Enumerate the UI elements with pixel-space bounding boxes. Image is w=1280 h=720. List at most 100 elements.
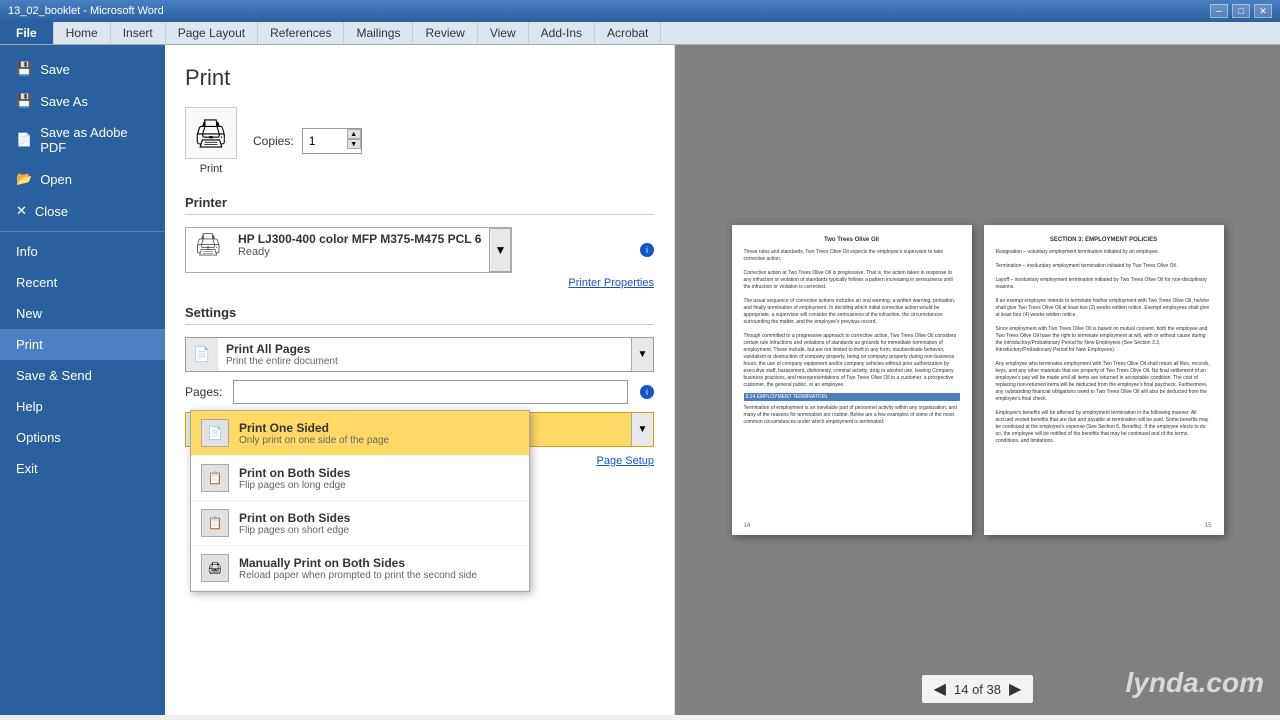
print-range-icon: 📄 [186,338,218,371]
sidebar-save-label: Save [40,62,70,77]
tab-acrobat[interactable]: Acrobat [595,22,661,44]
print-sides-popup: 📄 Print One Sided Only print on one side… [190,410,530,592]
copies-input[interactable] [303,129,347,153]
sidebar-item-recent[interactable]: Recent [0,267,165,298]
both-sides-long-title: Print on Both Sides [239,466,519,480]
print-range-arrow[interactable]: ▼ [631,338,653,371]
printer-info-icon[interactable]: i [640,243,654,257]
sidebar-item-exit[interactable]: Exit [0,453,165,484]
pages-row: Pages: i [185,380,654,404]
pages-input[interactable] [233,380,628,404]
printer-status: Ready [238,246,481,258]
backstage-view: 💾 Save 💾 Save As 📄 Save as Adobe PDF 📂 O… [0,45,1280,715]
printer-properties-link[interactable]: Printer Properties [185,277,654,289]
sidebar-info-label: Info [16,244,38,259]
preview-page-left: Two Trees Olive Oil These rules and stan… [732,225,972,535]
print-sides-arrow[interactable]: ▼ [631,413,653,446]
sidebar-exit-label: Exit [16,461,38,476]
sidebar-item-options[interactable]: Options [0,422,165,453]
close-button[interactable]: ✕ [1254,4,1272,18]
sidebar-saveas-label: Save As [40,94,88,109]
print-button[interactable]: 🖨 Print [185,107,237,175]
main-content: Print 🖨 Print Copies: ▲ ▼ [165,45,1280,715]
copies-down-arrow[interactable]: ▼ [347,139,361,149]
manual-both-icon: 🖨 [201,554,229,582]
copies-row: Copies: ▲ ▼ [253,128,362,154]
tab-insert[interactable]: Insert [111,22,166,44]
page-separator: of [972,682,986,697]
window-title: 13_02_booklet - Microsoft Word [8,5,164,17]
preview-nav: ◀ 14 of 38 ▶ [922,675,1034,703]
both-sides-short-title: Print on Both Sides [239,511,519,525]
print-range-dropdown[interactable]: 📄 Print All Pages Print the entire docum… [185,337,654,372]
tab-view[interactable]: View [478,22,529,44]
page-right-title: SECTION 3: EMPLOYMENT POLICIES [996,237,1212,243]
minimize-button[interactable]: ─ [1210,4,1228,18]
printer-details: HP LJ300-400 color MFP M375-M475 PCL 6 R… [230,228,489,272]
lynda-watermark: lynda.com [1126,667,1264,699]
popup-option-both-sides-long[interactable]: 📋 Print on Both Sides Flip pages on long… [191,456,529,501]
sidebar-open-label: Open [40,172,72,187]
page-right-content: Resignation – voluntary employment termi… [996,249,1212,445]
sidebar-print-label: Print [16,337,43,352]
popup-option-manual-both[interactable]: 🖨 Manually Print on Both Sides Reload pa… [191,546,529,591]
pages-info-icon[interactable]: i [640,385,654,399]
save-icon: 💾 [16,61,32,77]
page-number-right: 15 [1205,523,1212,529]
prev-page-button[interactable]: ◀ [934,679,946,699]
preview-page-right: SECTION 3: EMPLOYMENT POLICIES Resignati… [984,225,1224,535]
sidebar-adobe-label: Save as Adobe PDF [40,125,149,155]
sidebar-item-save-adobe[interactable]: 📄 Save as Adobe PDF [0,117,165,163]
sidebar-item-print[interactable]: Print [0,329,165,360]
title-bar: 13_02_booklet - Microsoft Word ─ □ ✕ [0,0,1280,22]
sidebar-recent-label: Recent [16,275,57,290]
sidebar-item-new[interactable]: New [0,298,165,329]
tab-review[interactable]: Review [413,22,477,44]
printer-device-icon: 🖨 [186,228,230,272]
one-sided-desc: Only print on one side of the page [239,435,519,446]
adobe-icon: 📄 [16,132,32,148]
printer-icon: 🖨 [185,107,237,159]
print-range-main: Print All Pages [226,342,623,356]
tab-home[interactable]: Home [54,22,111,44]
sidebar-options-label: Options [16,430,61,445]
print-title: Print [185,65,654,91]
copies-spinner[interactable]: ▲ ▼ [347,129,361,153]
settings-section-title: Settings [185,305,654,325]
popup-option-one-sided[interactable]: 📄 Print One Sided Only print on one side… [191,411,529,456]
page-left-title: Two Trees Olive Oil [744,237,960,243]
maximize-button[interactable]: □ [1232,4,1250,18]
printer-dropdown-button[interactable]: ▼ [489,228,511,272]
sidebar-item-save[interactable]: 💾 Save [0,53,165,85]
manual-both-title: Manually Print on Both Sides [239,556,519,570]
popup-option-both-sides-short[interactable]: 📋 Print on Both Sides Flip pages on shor… [191,501,529,546]
printer-name: HP LJ300-400 color MFP M375-M475 PCL 6 [238,232,481,246]
print-btn-label: Print [200,163,223,175]
sidebar-item-close[interactable]: ✕ Close [0,195,165,227]
page-number-left: 14 [744,523,751,529]
close-icon: ✕ [16,203,27,219]
sidebar-item-help[interactable]: Help [0,391,165,422]
preview-area: Two Trees Olive Oil These rules and stan… [675,45,1280,715]
next-page-button[interactable]: ▶ [1009,679,1021,699]
sidebar-item-saveas[interactable]: 💾 Save As [0,85,165,117]
tab-references[interactable]: References [258,22,344,44]
print-range-content: Print All Pages Print the entire documen… [218,338,631,371]
printer-section-title: Printer [185,195,654,215]
sidebar-item-savesend[interactable]: Save & Send [0,360,165,391]
both-sides-long-text: Print on Both Sides Flip pages on long e… [239,466,519,491]
sidebar-divider [0,231,165,232]
print-range-sub: Print the entire document [226,356,623,367]
tab-mailings[interactable]: Mailings [344,22,413,44]
copies-up-arrow[interactable]: ▲ [347,129,361,139]
sidebar-item-open[interactable]: 📂 Open [0,163,165,195]
tab-addins[interactable]: Add-Ins [529,22,595,44]
sidebar-item-info[interactable]: Info [0,236,165,267]
manual-both-text: Manually Print on Both Sides Reload pape… [239,556,519,581]
page-left-highlight: 3:14 EMPLOYMENT TERMINATION [744,393,960,401]
one-sided-icon: 📄 [201,419,229,447]
tab-page-layout[interactable]: Page Layout [166,22,258,44]
tab-file[interactable]: File [0,22,54,44]
window-controls[interactable]: ─ □ ✕ [1210,4,1272,18]
manual-both-desc: Reload paper when prompted to print the … [239,570,519,581]
